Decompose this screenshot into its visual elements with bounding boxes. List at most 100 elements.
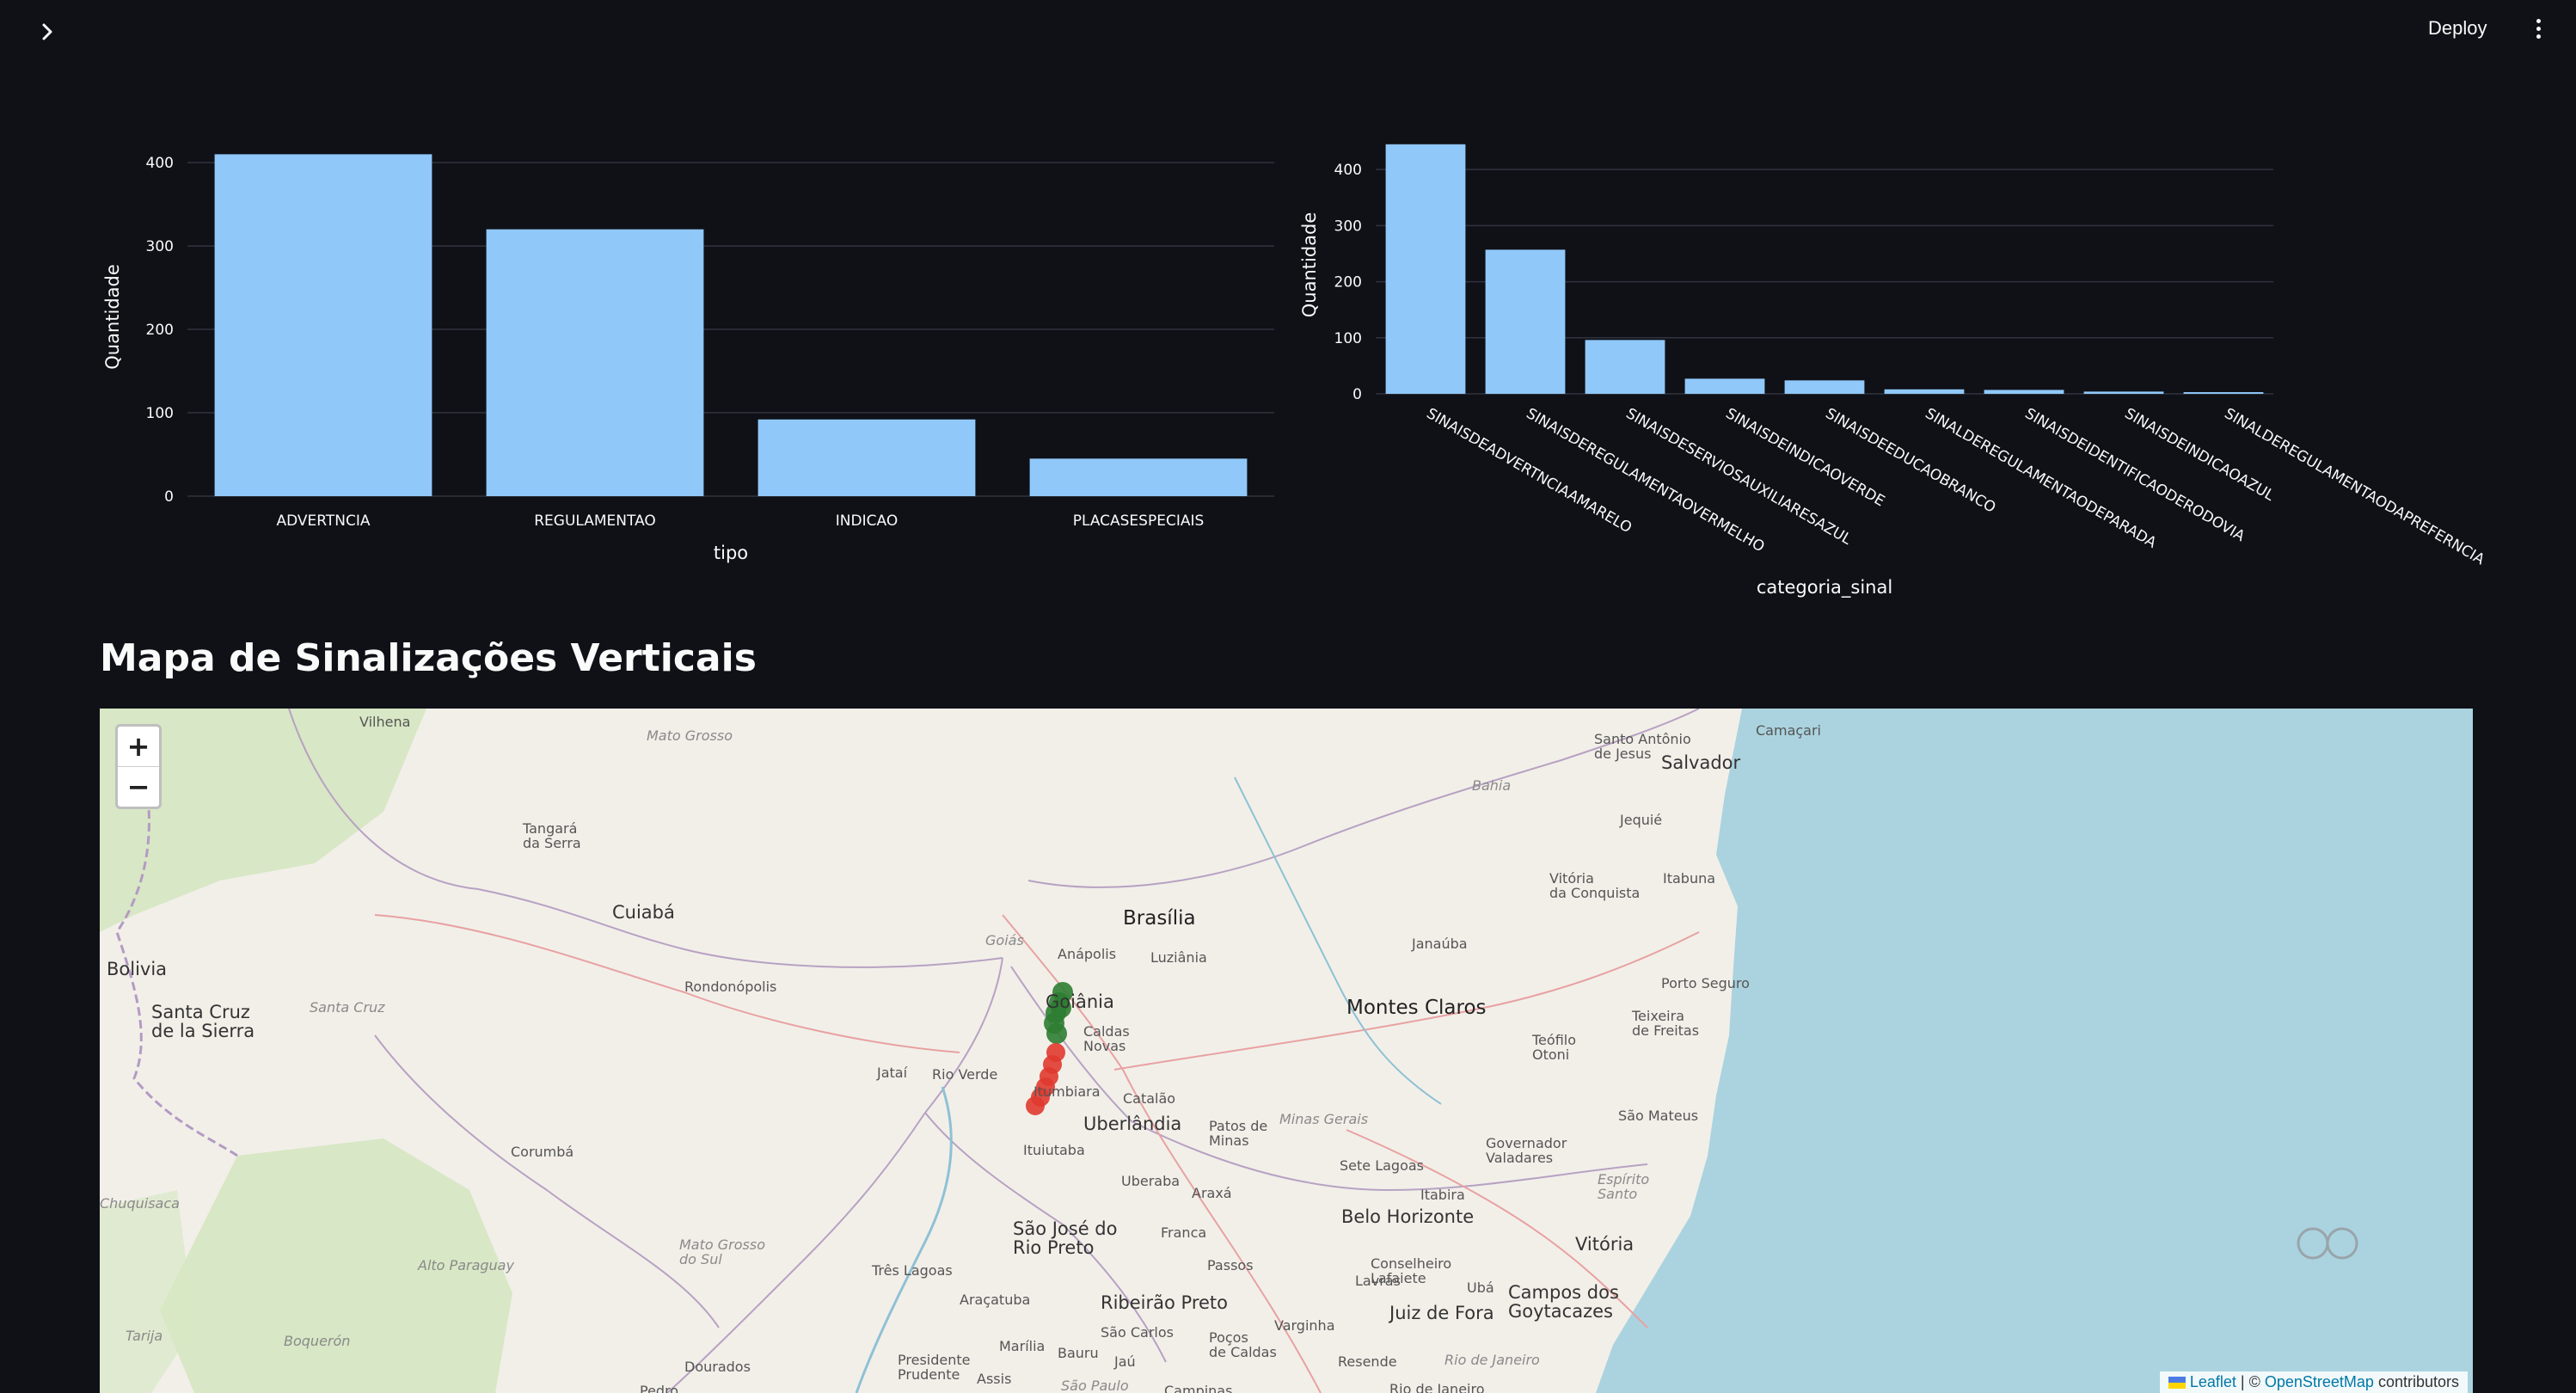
place-label: Itabuna	[1663, 870, 1716, 887]
y-tick-label: 200	[1334, 274, 1362, 291]
place-label: São Paulo	[1061, 1378, 1129, 1393]
map-section-title: Mapa de Sinalizações Verticais	[100, 636, 757, 680]
bar	[1029, 458, 1248, 496]
place-label: Vitória	[1575, 1234, 1635, 1255]
place-label: São Carlos	[1101, 1324, 1174, 1341]
place-label: Marília	[999, 1338, 1046, 1354]
y-tick-label: 0	[164, 488, 174, 506]
y-tick-label: 200	[146, 322, 174, 339]
place-label: Minas Gerais	[1279, 1111, 1369, 1127]
place-label: Goiânia	[1046, 991, 1114, 1012]
place-label: Rondonópolis	[684, 979, 777, 995]
place-label: Caldas Novas	[1083, 1023, 1130, 1054]
ukraine-flag-icon	[2168, 1376, 2186, 1389]
place-label: Sete Lagoas	[1340, 1157, 1425, 1174]
kebab-menu-icon[interactable]	[2526, 12, 2550, 45]
attribution-separator: | ©	[2240, 1373, 2260, 1390]
place-label: Dourados	[684, 1359, 751, 1375]
bar	[1485, 249, 1566, 394]
x-tick-label: SINAISDEADVERTNCIAAMARELO	[1424, 405, 1635, 537]
place-label: São José do Rio Preto	[1013, 1218, 1118, 1259]
place-label: Vitória da Conquista	[1549, 870, 1641, 901]
place-label: Mato Grosso	[647, 727, 733, 744]
place-label: Uberaba	[1121, 1173, 1181, 1189]
place-label: Bahia	[1472, 777, 1512, 794]
place-label: Santa Cruz de la Sierra	[151, 1002, 255, 1042]
place-label: Corumbá	[511, 1144, 574, 1160]
bar	[1784, 380, 1865, 394]
bar	[757, 419, 976, 496]
place-label: Passos	[1207, 1257, 1254, 1273]
bar	[486, 229, 704, 496]
y-tick-label: 300	[146, 238, 174, 255]
place-label: Tarija	[126, 1328, 163, 1344]
place-label: Jaú	[1114, 1353, 1136, 1370]
bar	[1984, 390, 2064, 394]
bar-chart-tipo: 0 100 200 300 400 ADVERTNCIA REGULAMENTAO INDIC…	[102, 154, 1274, 563]
highway	[374, 914, 960, 1053]
place-label: Juiz de Fora	[1389, 1303, 1494, 1323]
x-tick-label: SINAISDEEDUCAOBRANCO	[1823, 405, 1999, 517]
place-label: Goiás	[985, 932, 1024, 948]
place-label: Santa Cruz	[310, 999, 385, 1016]
place-label: Pedro	[640, 1383, 679, 1393]
place-label: Teixeira de Freitas	[1632, 1008, 1700, 1039]
state-border	[666, 957, 1003, 1393]
place-label: Jequié	[1620, 812, 1663, 828]
deploy-button[interactable]: Deploy	[2428, 12, 2487, 45]
x-tick-label: INDICAO	[836, 512, 898, 530]
bar	[1684, 378, 1765, 394]
bar	[1385, 144, 1466, 395]
place-label: Campinas	[1164, 1383, 1233, 1393]
green-area	[100, 1190, 194, 1393]
place-label: Vilhena	[359, 714, 411, 730]
place-label: Uberlândia	[1083, 1114, 1182, 1134]
place-label: Jataí	[877, 1065, 908, 1081]
x-tick-label: ADVERTNCIA	[277, 512, 371, 530]
zoom-in-button[interactable]: +	[118, 727, 159, 766]
bar	[214, 154, 432, 496]
place-label: Tangará da Serra	[523, 820, 581, 851]
bar-chart-categoria-sinal: 0 100 200 300 400 SINAISDEADVERTNCIAAMARELO SI…	[1299, 144, 2487, 598]
place-label: Salvador	[1661, 752, 1741, 773]
leaflet-map[interactable]: Vilhena Mato Grosso Tangará da Serra Cuiabá B…	[100, 709, 2473, 1393]
bar	[2183, 392, 2264, 394]
place-label: Boquerón	[284, 1333, 351, 1349]
y-tick-label: 400	[146, 155, 174, 172]
place-label: Camaçari	[1756, 722, 1821, 739]
place-label: Cuiabá	[612, 902, 675, 923]
bar	[2083, 391, 2164, 394]
place-label: Bauru	[1058, 1345, 1099, 1361]
x-tick-label: SINAISDEINDICAOVERDE	[1723, 405, 1888, 510]
place-label: Mato Grosso do Sul	[679, 1237, 765, 1267]
place-label: Ituiutaba	[1023, 1142, 1085, 1158]
chevron-right-icon[interactable]	[31, 15, 64, 48]
app-header: Deploy	[0, 0, 2576, 57]
place-label: Poços de Caldas	[1209, 1329, 1277, 1360]
place-label: Catalão	[1123, 1090, 1176, 1107]
openstreetmap-link[interactable]: OpenStreetMap	[2265, 1373, 2374, 1391]
place-label: Patos de Minas	[1209, 1118, 1268, 1149]
place-label: Três Lagoas	[872, 1262, 953, 1279]
place-label: Assis	[977, 1371, 1012, 1387]
place-label: Ubá	[1467, 1279, 1494, 1296]
x-axis-label: categoria_sinal	[1757, 577, 1892, 598]
place-label: Brasília	[1123, 907, 1196, 930]
place-label: Belo Horizonte	[1341, 1206, 1475, 1227]
leaflet-link[interactable]: Leaflet	[2190, 1373, 2236, 1391]
x-tick-label: REGULAMENTAO	[534, 512, 656, 530]
map-background	[100, 709, 2473, 1393]
river	[855, 1086, 953, 1393]
place-label: Araxá	[1192, 1185, 1232, 1201]
place-label: Chuquisaca	[100, 1195, 180, 1212]
marker-cluster-red[interactable]	[1026, 1043, 1065, 1115]
place-label: Janaúba	[1412, 936, 1468, 952]
zoom-out-button[interactable]: −	[118, 766, 159, 807]
place-label: Araçatuba	[960, 1292, 1031, 1308]
y-axis-label: Quantidade	[1299, 212, 1320, 318]
place-label: Governador Valadares	[1486, 1135, 1567, 1166]
ocean	[1596, 709, 2473, 1393]
place-label: Teófilo Otoni	[1532, 1032, 1576, 1063]
y-tick-label: 300	[1334, 218, 1362, 235]
place-label: Conselheiro Lafaiete	[1371, 1255, 1452, 1286]
